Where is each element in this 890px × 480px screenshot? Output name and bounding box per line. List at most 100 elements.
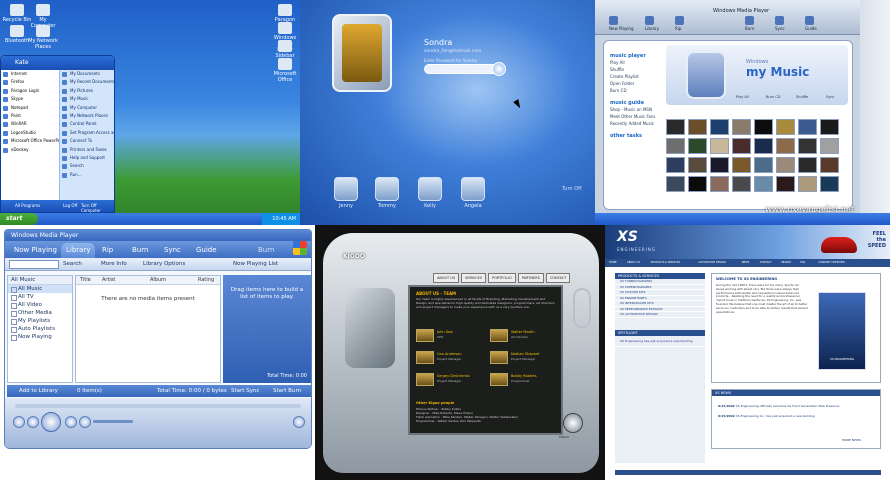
nav-item[interactable]: SEARCH xyxy=(781,261,791,264)
album-thumbnail[interactable] xyxy=(776,138,795,154)
album-thumbnail[interactable] xyxy=(710,157,729,173)
play-icon[interactable] xyxy=(41,412,61,432)
nav-sync[interactable]: Sync xyxy=(775,16,785,31)
album-thumbnail[interactable] xyxy=(688,119,707,135)
tab-now-playing[interactable]: Now Playing xyxy=(9,243,62,258)
task-link[interactable]: Meet Other Music Fans xyxy=(610,113,665,120)
nav-library[interactable]: Library xyxy=(645,16,659,31)
album-thumbnail[interactable] xyxy=(732,119,751,135)
start-menu-program[interactable]: LogonStudio xyxy=(1,129,59,137)
album-thumbnail[interactable] xyxy=(820,157,839,173)
start-menu-program[interactable]: Skype xyxy=(1,95,59,103)
start-menu-place[interactable]: My Music xyxy=(60,95,114,103)
fullscreen-icon[interactable] xyxy=(293,416,305,428)
album-thumbnail[interactable] xyxy=(754,176,773,192)
start-button[interactable]: start xyxy=(0,213,38,225)
start-menu-program[interactable]: eDonkey xyxy=(1,146,59,154)
album-thumbnail[interactable] xyxy=(798,157,817,173)
start-menu-program[interactable]: Notepad xyxy=(1,104,59,112)
office-icon[interactable]: Microsoft Office xyxy=(270,58,300,83)
start-menu-place[interactable]: My Recent Documents xyxy=(60,78,114,86)
tree-item[interactable]: My Playlists xyxy=(8,317,72,325)
start-menu-place[interactable]: My Computer xyxy=(60,104,114,112)
kigoo-logo[interactable]: KIGOO xyxy=(343,253,365,260)
sidebar-icon[interactable]: Sidebar xyxy=(270,40,300,59)
next-icon[interactable] xyxy=(65,416,77,428)
album-thumbnail[interactable] xyxy=(688,138,707,154)
start-menu-place[interactable]: Help and Support xyxy=(60,154,114,162)
album-thumbnail[interactable] xyxy=(732,157,751,173)
task-link[interactable]: Play All xyxy=(610,59,665,66)
album-thumbnail[interactable] xyxy=(710,119,729,135)
more-info-button[interactable]: More Info xyxy=(101,261,127,267)
album-thumbnail[interactable] xyxy=(820,138,839,154)
start-menu-place[interactable]: Set Program Access and Defaults xyxy=(60,129,114,137)
album-thumbnail[interactable] xyxy=(776,119,795,135)
album-thumbnail[interactable] xyxy=(688,157,707,173)
now-playing-list-button[interactable]: Now Playing List xyxy=(233,261,278,267)
login-arrow-button[interactable] xyxy=(492,62,506,76)
start-menu-place[interactable]: My Pictures xyxy=(60,87,114,95)
task-link[interactable]: Open Folder xyxy=(610,80,665,87)
turn-off-button[interactable]: Turn Off Computer xyxy=(81,203,114,213)
nav-item[interactable]: PORTFOLIO xyxy=(488,273,516,283)
xs-logo[interactable]: XS xyxy=(617,229,638,245)
nav-item[interactable]: ABOUT US xyxy=(627,261,640,264)
volume-slider[interactable] xyxy=(93,420,133,423)
shuffle-link[interactable]: Shuffle xyxy=(796,95,808,99)
start-menu-program[interactable]: WinRAR xyxy=(1,120,59,128)
album-thumbnail[interactable] xyxy=(776,157,795,173)
network-places-icon[interactable]: My Network Places xyxy=(28,25,58,50)
task-link[interactable]: Burn CD xyxy=(610,87,665,94)
tree-item[interactable]: Now Playing xyxy=(8,333,72,341)
seek-bar[interactable] xyxy=(15,404,301,408)
album-thumbnail[interactable] xyxy=(798,138,817,154)
start-burn-button[interactable]: Start Burn xyxy=(273,388,301,394)
nav-item[interactable]: NEWS xyxy=(742,261,750,264)
album-thumbnail[interactable] xyxy=(754,138,773,154)
tab-rip[interactable]: Rip xyxy=(97,243,118,258)
album-thumbnail[interactable] xyxy=(820,119,839,135)
task-link[interactable]: Create Playlist xyxy=(610,73,665,80)
task-link[interactable]: Shuffle xyxy=(610,66,665,73)
nav-burn[interactable]: Burn xyxy=(745,16,754,31)
album-thumbnail[interactable] xyxy=(776,176,795,192)
col-rating[interactable]: Rating xyxy=(198,277,214,283)
album-thumbnail[interactable] xyxy=(754,119,773,135)
tab-burn[interactable]: Burn xyxy=(127,243,153,258)
album-thumbnail[interactable] xyxy=(732,176,751,192)
log-off-button[interactable]: Log Off xyxy=(63,203,77,208)
stop-icon[interactable] xyxy=(27,416,39,428)
spotlight-text[interactable]: XS Engineering has just acquired a new b… xyxy=(615,336,705,347)
all-programs-button[interactable]: All Programs xyxy=(15,203,40,208)
album-thumbnail[interactable] xyxy=(666,157,685,173)
album-thumbnail[interactable] xyxy=(666,119,685,135)
nav-now-playing[interactable]: Now Playing xyxy=(609,16,634,31)
turn-off-link[interactable]: Turn Off xyxy=(562,186,582,192)
tree-item[interactable]: All TV xyxy=(8,293,72,301)
album-thumbnail[interactable] xyxy=(710,138,729,154)
search-input[interactable] xyxy=(9,260,59,269)
user-tile-angela[interactable]: Angela xyxy=(459,177,487,209)
col-album[interactable]: Album xyxy=(150,277,166,283)
start-menu-place[interactable]: Printers and Faxes xyxy=(60,146,114,154)
album-thumbnail[interactable] xyxy=(754,157,773,173)
album-thumbnail[interactable] xyxy=(666,138,685,154)
burn-cd-link[interactable]: Burn CD xyxy=(766,95,780,99)
start-menu-program[interactable]: Paragon Login xyxy=(1,87,59,95)
dial-knob-icon[interactable] xyxy=(563,413,583,433)
nav-item[interactable]: CONTACT xyxy=(760,261,772,264)
nav-item[interactable]: PARTNERS xyxy=(517,273,544,283)
start-menu-program[interactable]: Paint xyxy=(1,112,59,120)
album-thumbnail[interactable] xyxy=(798,119,817,135)
start-sync-button[interactable]: Start Sync xyxy=(231,388,259,394)
col-title[interactable]: Title xyxy=(80,277,91,283)
start-menu-program[interactable]: Internet xyxy=(1,70,59,78)
tab-sync[interactable]: Sync xyxy=(159,243,186,258)
user-tile-kelly[interactable]: Kelly xyxy=(416,177,444,209)
shuffle-icon[interactable] xyxy=(13,416,25,428)
tab-library[interactable]: Library xyxy=(61,243,96,258)
user-tile-tommy[interactable]: Tommy xyxy=(373,177,401,209)
sync-link[interactable]: Sync xyxy=(826,95,834,99)
nav-item[interactable]: COMPANY OVERVIEW xyxy=(818,261,844,264)
